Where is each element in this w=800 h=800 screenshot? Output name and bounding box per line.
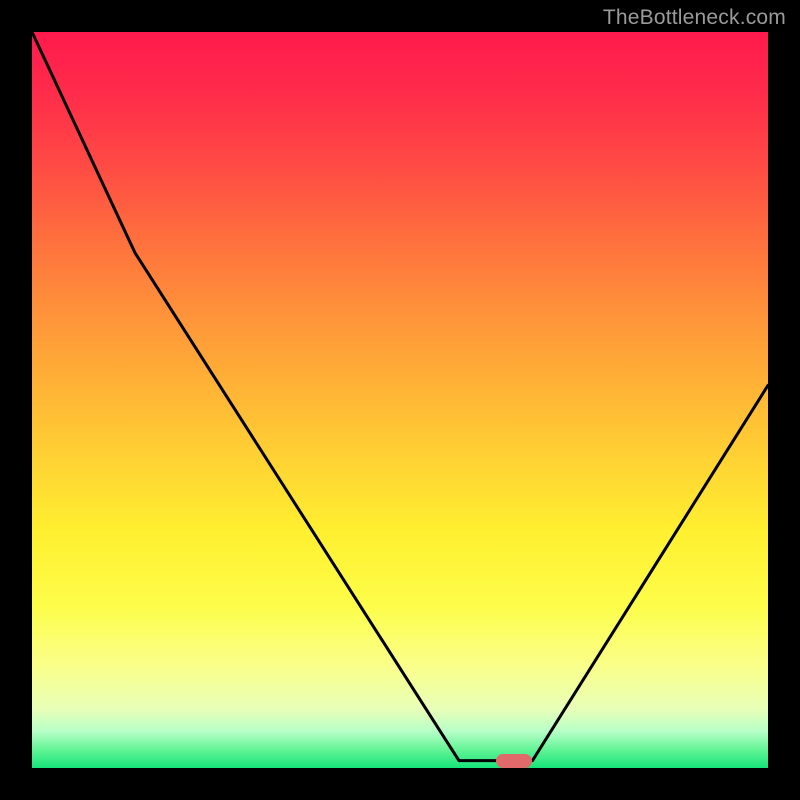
plot-area [32,32,768,768]
curve-path [32,32,768,761]
watermark-text: TheBottleneck.com [603,6,786,30]
optimal-marker [496,754,533,768]
chart-frame: TheBottleneck.com [0,0,800,800]
bottleneck-curve [32,32,768,768]
